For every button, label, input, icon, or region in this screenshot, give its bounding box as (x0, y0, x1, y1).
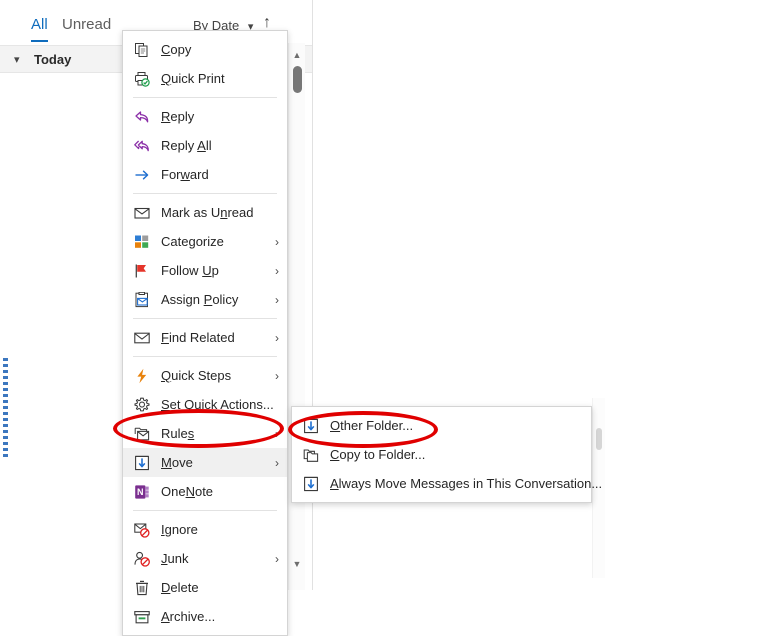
menu-item-label: Quick Print (161, 71, 225, 86)
copy-icon (131, 40, 153, 60)
menu-item-label: Ignore (161, 522, 198, 537)
chevron-right-icon: › (275, 234, 279, 249)
menu-item-label: Archive... (161, 609, 216, 624)
menu-item-move[interactable]: Move › (123, 448, 287, 477)
pane-splitter-handle[interactable] (3, 358, 8, 458)
reply-all-icon (131, 136, 153, 156)
menu-separator (133, 356, 277, 357)
menu-item-reply[interactable]: Reply (123, 102, 287, 131)
menu-item-label: Categorize (161, 234, 224, 249)
junk-icon (131, 549, 153, 569)
scroll-up-arrow-icon[interactable]: ▲ (289, 47, 305, 63)
menu-separator (133, 510, 277, 511)
menu-separator (133, 193, 277, 194)
menu-item-label: Copy to Folder... (330, 447, 426, 462)
menu-item-onenote[interactable]: N OneNote (123, 477, 287, 506)
menu-item-rules[interactable]: Rules › (123, 419, 287, 448)
quick-print-icon (131, 69, 153, 89)
chevron-right-icon: › (275, 368, 279, 383)
menu-item-find-related[interactable]: Find Related › (123, 323, 287, 352)
menu-item-categorize[interactable]: Categorize › (123, 227, 287, 256)
menu-item-other-folder[interactable]: Other Folder... (292, 411, 591, 440)
chevron-right-icon: › (275, 330, 279, 345)
ignore-icon (131, 520, 153, 540)
envelope-icon (131, 203, 153, 223)
menu-item-label: Junk (161, 551, 189, 566)
copy-folder-icon (300, 445, 322, 465)
lightning-icon (131, 366, 153, 386)
menu-item-label: Set Quick Actions... (161, 397, 274, 412)
menu-item-reply-all[interactable]: Reply All (123, 131, 287, 160)
onenote-icon: N (131, 482, 153, 502)
message-context-menu: Copy Quick Print Reply Reply All Forward Mark… (122, 30, 288, 636)
move-icon (300, 474, 322, 494)
menu-item-quick-steps[interactable]: Quick Steps › (123, 361, 287, 390)
filter-tab-unread[interactable]: Unread (62, 16, 111, 40)
find-related-icon (131, 328, 153, 348)
categorize-icon (131, 232, 153, 252)
move-submenu: Other Folder... Copy to Folder... Always M… (291, 406, 602, 503)
message-list-scrollbar[interactable]: ▲ ▼ (288, 43, 305, 590)
reply-icon (131, 107, 153, 127)
menu-item-set-quick-actions[interactable]: Set Quick Actions... (123, 390, 287, 419)
menu-item-label: Mark as Unread (161, 205, 254, 220)
menu-item-follow-up[interactable]: Follow Up › (123, 256, 287, 285)
menu-item-label: Assign Policy (161, 292, 239, 307)
chevron-down-icon: ▾ (14, 53, 20, 66)
menu-item-label: Reply All (161, 138, 212, 153)
menu-item-always-move[interactable]: Always Move Messages in This Conversatio… (292, 469, 602, 498)
gear-icon (131, 395, 153, 415)
chevron-right-icon: › (275, 455, 279, 470)
archive-icon (131, 607, 153, 627)
menu-item-label: Follow Up (161, 263, 219, 278)
menu-item-label: Delete (161, 580, 199, 595)
rules-icon (131, 424, 153, 444)
menu-item-label: Forward (161, 167, 209, 182)
menu-item-label: OneNote (161, 484, 214, 499)
menu-item-label: Always Move Messages in This Conversatio… (330, 476, 603, 491)
menu-item-label: Copy (161, 42, 192, 57)
menu-item-forward[interactable]: Forward (123, 160, 287, 189)
assign-policy-icon (131, 290, 153, 310)
scroll-down-arrow-icon[interactable]: ▼ (289, 556, 305, 572)
forward-icon (131, 165, 153, 185)
menu-separator (133, 97, 277, 98)
menu-item-quick-print[interactable]: Quick Print (123, 64, 287, 93)
menu-item-copy[interactable]: Copy (123, 35, 287, 64)
menu-item-label: Quick Steps (161, 368, 232, 383)
group-header-label: Today (34, 51, 72, 67)
menu-separator (133, 318, 277, 319)
delete-icon (131, 578, 153, 598)
move-icon (131, 453, 153, 473)
chevron-right-icon: › (275, 551, 279, 566)
flag-icon (131, 261, 153, 281)
filter-tab-all[interactable]: All (31, 16, 48, 42)
menu-item-copy-to-folder[interactable]: Copy to Folder... (292, 440, 591, 469)
menu-item-label: Move (161, 455, 193, 470)
chevron-right-icon: › (275, 292, 279, 307)
menu-item-ignore[interactable]: Ignore (123, 515, 287, 544)
menu-item-label: Rules (161, 426, 195, 441)
menu-item-archive[interactable]: Archive... (123, 602, 287, 631)
move-icon (300, 416, 322, 436)
menu-item-label: Find Related (161, 330, 235, 345)
chevron-right-icon: › (275, 263, 279, 278)
svg-text:N: N (137, 487, 144, 497)
menu-item-mark-as-unread[interactable]: Mark as Unread (123, 198, 287, 227)
menu-item-assign-policy[interactable]: Assign Policy › (123, 285, 287, 314)
scrollbar-thumb[interactable] (293, 66, 302, 93)
scrollbar-thumb[interactable] (596, 428, 602, 450)
menu-item-label: Reply (161, 109, 195, 124)
menu-item-delete[interactable]: Delete (123, 573, 287, 602)
menu-item-junk[interactable]: Junk › (123, 544, 287, 573)
menu-item-label: Other Folder... (330, 418, 414, 433)
chevron-right-icon: › (275, 426, 279, 441)
